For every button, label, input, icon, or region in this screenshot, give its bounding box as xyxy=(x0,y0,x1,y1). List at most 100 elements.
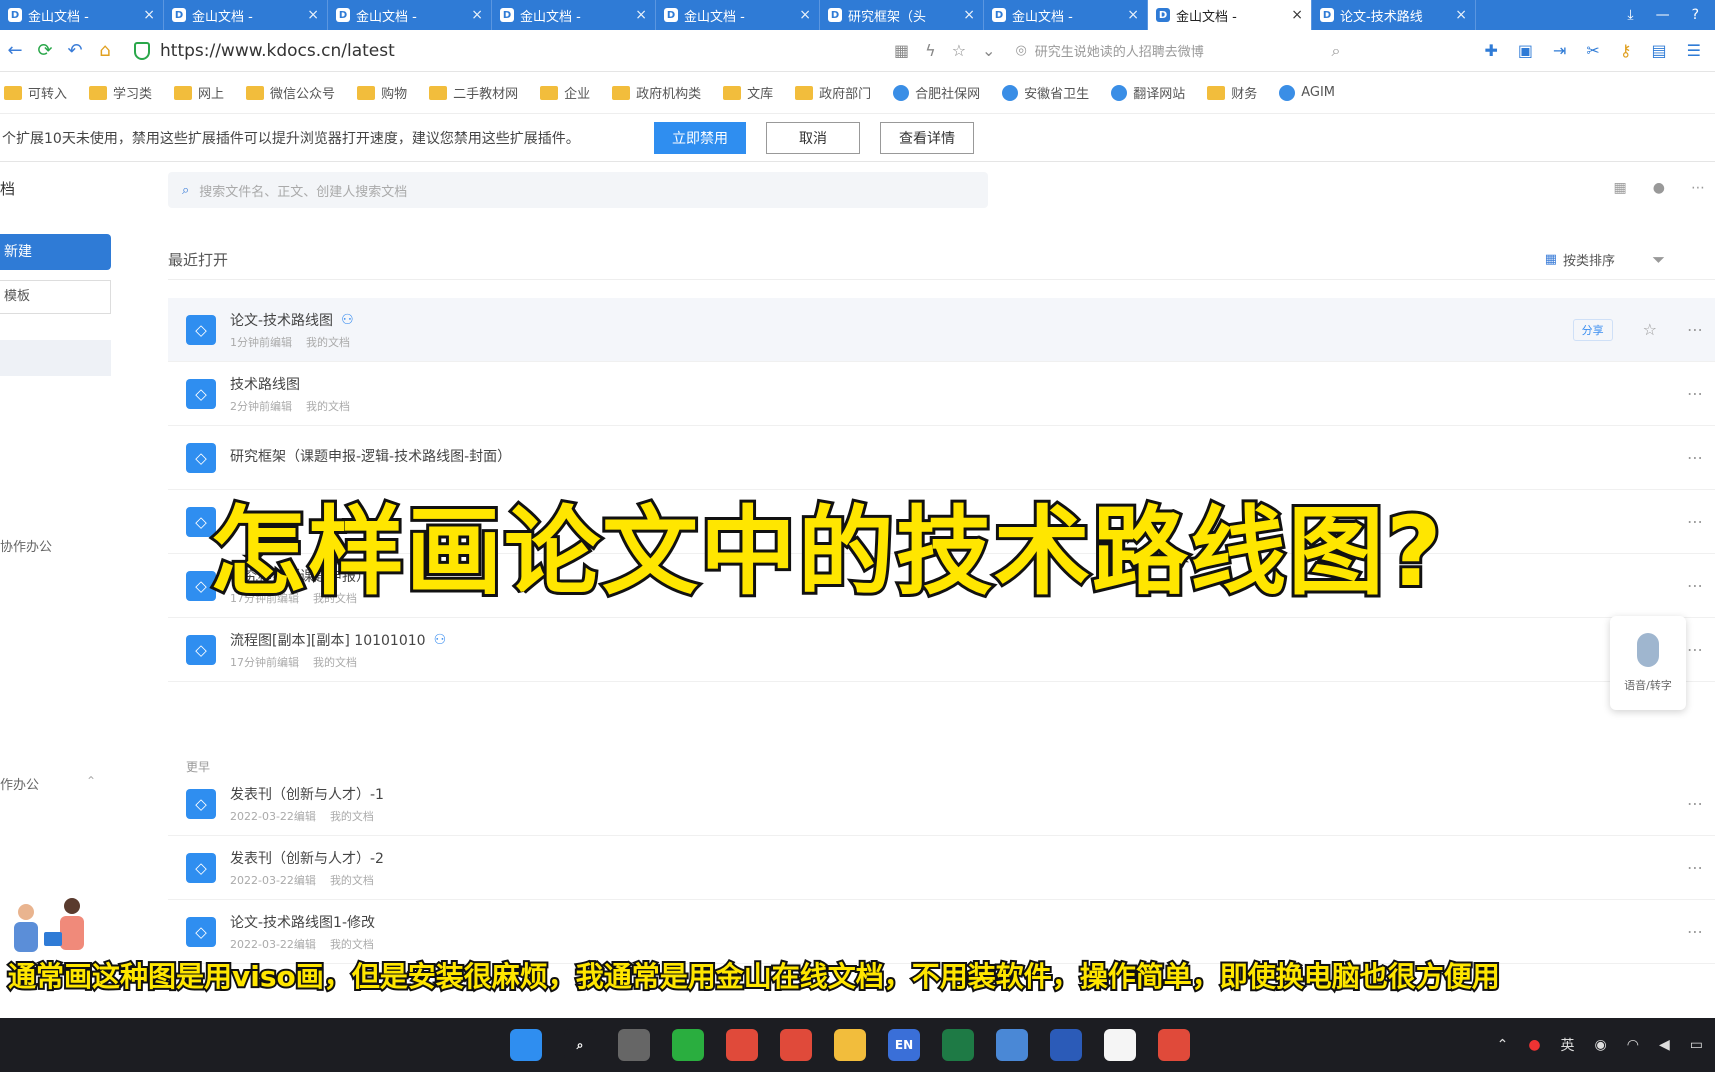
sort-button[interactable]: ▦ 按类排序 xyxy=(1545,250,1615,269)
doc-search-input[interactable]: ⌕ 搜索文件名、正文、创建人搜索文档 xyxy=(168,172,988,208)
more-icon[interactable]: ⋯ xyxy=(1687,512,1703,531)
battery-icon[interactable]: ▭ xyxy=(1690,1037,1703,1053)
more-icon[interactable]: ⋯ xyxy=(1687,320,1703,339)
more-icon[interactable]: ⋯ xyxy=(1687,794,1703,813)
excel-icon[interactable] xyxy=(942,1029,974,1061)
cancel-button[interactable]: 取消 xyxy=(766,121,860,154)
notepad-icon[interactable] xyxy=(996,1029,1028,1061)
doc-row[interactable]: ◇ 技术路线图 2分钟前编辑 我的文档 ⋯ xyxy=(168,362,1715,426)
bookmark-item[interactable]: 文库 xyxy=(723,83,773,102)
windows-icon[interactable] xyxy=(510,1029,542,1061)
key-icon[interactable]: ⚷ xyxy=(1620,41,1632,60)
more-icon[interactable]: ⋯ xyxy=(1687,640,1703,659)
back-icon[interactable]: ← xyxy=(0,40,30,61)
browser-tab[interactable]: D 研究框架（头 × xyxy=(820,0,984,30)
scissors-icon[interactable]: ✂ xyxy=(1586,41,1599,60)
template-button[interactable]: 模板 xyxy=(0,280,111,314)
doc-row[interactable]: ◇ 论文-技术路线图 ⚇ 1分钟前编辑 我的文档 分享 ☆ ⋯ xyxy=(168,298,1715,362)
browser-tab[interactable]: D 金山文档 - × xyxy=(164,0,328,30)
close-icon[interactable]: × xyxy=(471,7,483,23)
close-icon[interactable]: × xyxy=(799,7,811,23)
help-icon[interactable]: ? xyxy=(1692,7,1699,23)
close-icon[interactable]: × xyxy=(635,7,647,23)
more-icon[interactable]: ⋯ xyxy=(1691,180,1705,196)
browser-tab[interactable]: D 论文-技术路线 × xyxy=(1312,0,1476,30)
more-icon[interactable]: ⋯ xyxy=(1687,448,1703,467)
bookmark-item[interactable]: 安徽省卫生 xyxy=(1002,83,1089,102)
chevron-down-icon[interactable]: ⌄ xyxy=(982,41,995,60)
grid-icon[interactable]: ▦ xyxy=(894,41,909,60)
browser-tab[interactable]: D 金山文档 - × xyxy=(656,0,820,30)
chevron-up-icon[interactable]: ⌃ xyxy=(1497,1037,1509,1053)
volume-icon[interactable]: ◀ xyxy=(1659,1037,1670,1053)
sidebar-item-recent[interactable] xyxy=(0,340,111,376)
explorer-icon[interactable] xyxy=(834,1029,866,1061)
reload-icon[interactable]: ⟳ xyxy=(30,40,60,61)
bookmark-item[interactable]: 合肥社保网 xyxy=(893,83,980,102)
restore-icon[interactable]: ⤓ xyxy=(1627,7,1633,23)
apps-icon[interactable]: ▦ xyxy=(1614,180,1627,196)
taskview-icon[interactable] xyxy=(618,1029,650,1061)
undo-icon[interactable]: ↶ xyxy=(60,40,90,61)
chrome-icon[interactable] xyxy=(726,1029,758,1061)
bookmark-item[interactable]: 网上 xyxy=(174,83,224,102)
close-icon[interactable]: × xyxy=(1455,7,1467,23)
disable-now-button[interactable]: 立即禁用 xyxy=(654,121,746,154)
word-icon[interactable] xyxy=(1050,1029,1082,1061)
star-icon[interactable]: ☆ xyxy=(952,41,966,60)
home-icon[interactable]: ⌂ xyxy=(90,40,120,61)
network-icon[interactable]: ◉ xyxy=(1595,1037,1607,1053)
sidebar-item-coop[interactable]: 协作办公 xyxy=(0,536,52,555)
bookmark-item[interactable]: 学习类 xyxy=(89,83,152,102)
doc-row[interactable]: ◇ 发表刊（创新与人才）-1 2022-03-22编辑 我的文档 ⋯ xyxy=(168,772,1715,836)
search-icon[interactable]: ⌕ xyxy=(1331,41,1340,61)
wechat-icon[interactable] xyxy=(672,1029,704,1061)
star-icon[interactable]: ☆ xyxy=(1643,320,1657,339)
sogou-icon[interactable] xyxy=(1104,1029,1136,1061)
close-icon[interactable]: × xyxy=(143,7,155,23)
bookmark-item[interactable]: 政府部门 xyxy=(795,83,871,102)
search-icon[interactable]: ⌕ xyxy=(564,1029,596,1061)
location-icon[interactable]: ● xyxy=(1528,1037,1540,1053)
sidebar-section-office[interactable]: 作办公 xyxy=(0,774,39,793)
close-icon[interactable]: × xyxy=(963,7,975,23)
bookmark-item[interactable]: 二手教材网 xyxy=(429,83,518,102)
browser-tab[interactable]: D 金山文档 - × xyxy=(328,0,492,30)
en-icon[interactable]: EN xyxy=(888,1029,920,1061)
login-icon[interactable]: ⇥ xyxy=(1553,41,1566,60)
bookmark-item[interactable]: 政府机构类 xyxy=(612,83,701,102)
more-icon[interactable]: ⋯ xyxy=(1687,384,1703,403)
chevron-up-icon[interactable]: ⌃ xyxy=(86,774,96,788)
screenshot-icon[interactable]: ▣ xyxy=(1518,41,1533,60)
close-icon[interactable]: × xyxy=(1127,7,1139,23)
extension-icon[interactable]: ✚ xyxy=(1484,41,1497,60)
bookmark-item[interactable]: 购物 xyxy=(357,83,407,102)
close-icon[interactable]: × xyxy=(307,7,319,23)
url-field[interactable]: https://www.kdocs.cn/latest xyxy=(134,41,894,61)
minimize-icon[interactable]: — xyxy=(1656,7,1670,23)
save-icon[interactable]: ▤ xyxy=(1652,41,1667,60)
browser-tab[interactable]: D 金山文档 - × xyxy=(1148,0,1312,30)
input-language[interactable]: 英 xyxy=(1561,1035,1575,1055)
bookmark-item[interactable]: 微信公众号 xyxy=(246,83,335,102)
more-icon[interactable]: ⋯ xyxy=(1687,922,1703,941)
message-icon[interactable]: ● xyxy=(1653,180,1665,196)
wifi-icon[interactable]: ◠ xyxy=(1627,1037,1639,1053)
browser-tab[interactable]: D 金山文档 - × xyxy=(0,0,164,30)
menu-icon[interactable]: ☰ xyxy=(1687,41,1701,60)
view-details-button[interactable]: 查看详情 xyxy=(880,121,974,154)
doc-row[interactable]: ◇ 发表刊（创新与人才）-2 2022-03-22编辑 我的文档 ⋯ xyxy=(168,836,1715,900)
new-button[interactable]: 新建 xyxy=(0,234,111,270)
browser-tab[interactable]: D 金山文档 - × xyxy=(984,0,1148,30)
chrome-icon[interactable] xyxy=(1158,1029,1190,1061)
bookmark-item[interactable]: 财务 xyxy=(1207,83,1257,102)
more-icon[interactable]: ⋯ xyxy=(1687,576,1703,595)
close-icon[interactable]: × xyxy=(1291,7,1303,23)
browser-search[interactable]: ◎ 研究生说她读的人招聘去微博 xyxy=(1015,41,1315,60)
chrome-icon[interactable] xyxy=(780,1029,812,1061)
share-button[interactable]: 分享 xyxy=(1572,318,1613,341)
filter-icon[interactable]: ⏷ xyxy=(1652,250,1665,270)
voice-input-widget[interactable]: 语音/转字 xyxy=(1610,616,1686,710)
more-icon[interactable]: ⋯ xyxy=(1687,858,1703,877)
bookmark-item[interactable]: AGIM xyxy=(1279,84,1335,101)
